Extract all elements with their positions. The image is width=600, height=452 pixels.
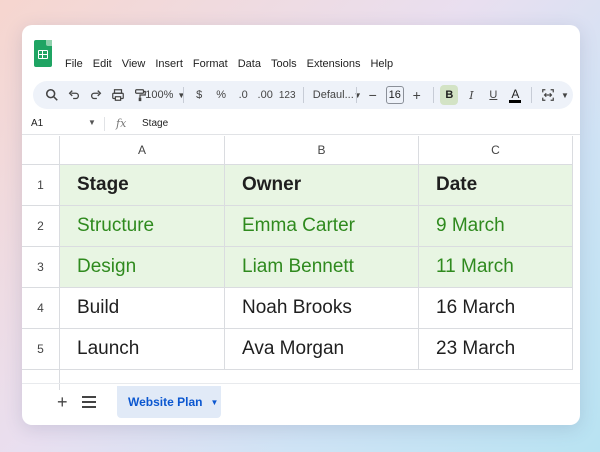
decrease-decimal-button[interactable]: .0: [234, 85, 252, 105]
font-value: Defaul...: [312, 89, 354, 101]
formula-input[interactable]: Stage: [142, 118, 168, 129]
print-button[interactable]: [109, 85, 127, 105]
search-menus-button[interactable]: [43, 85, 61, 105]
cell-c3[interactable]: 11 March: [419, 247, 573, 288]
undo-button[interactable]: [65, 85, 83, 105]
underline-button[interactable]: U: [484, 85, 502, 105]
increase-decimal-button[interactable]: .00: [256, 85, 274, 105]
menu-view[interactable]: View: [122, 58, 146, 74]
menu-help[interactable]: Help: [370, 58, 393, 74]
column-header-a[interactable]: A: [60, 136, 225, 165]
merge-cells-button[interactable]: [539, 85, 557, 105]
chevron-down-icon[interactable]: ▼: [561, 85, 569, 105]
undo-icon: [68, 90, 79, 100]
cell-a2[interactable]: Structure: [60, 206, 225, 247]
menu-tools[interactable]: Tools: [271, 58, 297, 74]
cell-b5[interactable]: Ava Morgan: [225, 329, 419, 370]
cell-a4[interactable]: Build: [60, 288, 225, 329]
font-size-input[interactable]: 16: [385, 86, 404, 104]
row-header-5[interactable]: 5: [22, 329, 60, 370]
sheet-tab-bar: + Website Plan ▼: [22, 383, 580, 425]
select-all-corner[interactable]: [22, 136, 60, 165]
text-color-button[interactable]: A: [506, 85, 524, 105]
text-color-swatch: [509, 100, 522, 103]
chevron-down-icon[interactable]: ▼: [88, 118, 96, 127]
cell-a3[interactable]: Design: [60, 247, 225, 288]
name-box[interactable]: A1: [31, 118, 43, 129]
cell-c1[interactable]: Date: [419, 165, 573, 206]
merge-cells-icon: [542, 89, 554, 101]
row-header-3[interactable]: 3: [22, 247, 60, 288]
cell-a1[interactable]: Stage: [60, 165, 225, 206]
font-select[interactable]: Defaul... ▼: [311, 85, 362, 105]
menu-file[interactable]: File: [65, 58, 83, 74]
cell-c2[interactable]: 9 March: [419, 206, 573, 247]
number-format-button[interactable]: 123: [278, 85, 296, 105]
chevron-down-icon[interactable]: ▼: [210, 398, 218, 407]
print-icon: [112, 89, 124, 101]
menu-extensions[interactable]: Extensions: [307, 58, 361, 74]
percent-button[interactable]: %: [212, 85, 230, 105]
search-icon: [45, 88, 58, 101]
currency-button[interactable]: $: [190, 85, 208, 105]
chevron-down-icon: ▼: [177, 90, 186, 100]
bold-button[interactable]: B: [440, 85, 459, 105]
zoom-value: 100%: [145, 89, 174, 101]
toolbar: 100% ▼ $ % .0 .00 123 Defaul... ▼ − 16 + B…: [33, 81, 573, 109]
menu-insert[interactable]: Insert: [155, 58, 183, 74]
formula-bar: A1 ▼ fx Stage: [22, 113, 580, 135]
toolbar-divider: [531, 87, 532, 103]
cell-b4[interactable]: Noah Brooks: [225, 288, 419, 329]
cell-a5[interactable]: Launch: [60, 329, 225, 370]
all-sheets-menu-icon[interactable]: [82, 396, 96, 408]
menu-data[interactable]: Data: [238, 58, 261, 74]
sheet-tab-website-plan[interactable]: Website Plan ▼: [117, 386, 221, 418]
cell-c4[interactable]: 16 March: [419, 288, 573, 329]
row-header-4[interactable]: 4: [22, 288, 60, 329]
redo-button[interactable]: [87, 85, 105, 105]
menu-edit[interactable]: Edit: [93, 58, 112, 74]
text-color-label: A: [511, 87, 520, 101]
cell-b2[interactable]: Emma Carter: [225, 206, 419, 247]
toolbar-divider: [182, 87, 184, 103]
fx-icon: fx: [116, 117, 127, 130]
increase-font-size-button[interactable]: +: [408, 85, 426, 105]
redo-icon: [91, 90, 102, 100]
cell-b1[interactable]: Owner: [225, 165, 419, 206]
formula-divider: [104, 117, 105, 131]
italic-button[interactable]: I: [462, 85, 480, 105]
menu-bar: File Edit View Insert Format Data Tools …: [65, 58, 403, 74]
row-header-2[interactable]: 2: [22, 206, 60, 247]
sheets-logo-icon: [34, 40, 52, 67]
row-header-1[interactable]: 1: [22, 165, 60, 206]
sheets-window: File Edit View Insert Format Data Tools …: [22, 25, 580, 425]
sheet-tab-label: Website Plan: [128, 395, 203, 409]
column-header-c[interactable]: C: [419, 136, 573, 165]
zoom-select[interactable]: 100% ▼: [145, 85, 185, 105]
toolbar-divider: [356, 87, 357, 103]
cell-b3[interactable]: Liam Bennett: [225, 247, 419, 288]
decrease-font-size-button[interactable]: −: [364, 85, 382, 105]
toolbar-divider: [303, 87, 304, 103]
chevron-down-icon: ▼: [353, 90, 362, 100]
column-header-b[interactable]: B: [225, 136, 419, 165]
toolbar-divider: [432, 87, 434, 103]
add-sheet-button[interactable]: +: [57, 392, 68, 413]
cell-c5[interactable]: 23 March: [419, 329, 573, 370]
menu-format[interactable]: Format: [193, 58, 228, 74]
